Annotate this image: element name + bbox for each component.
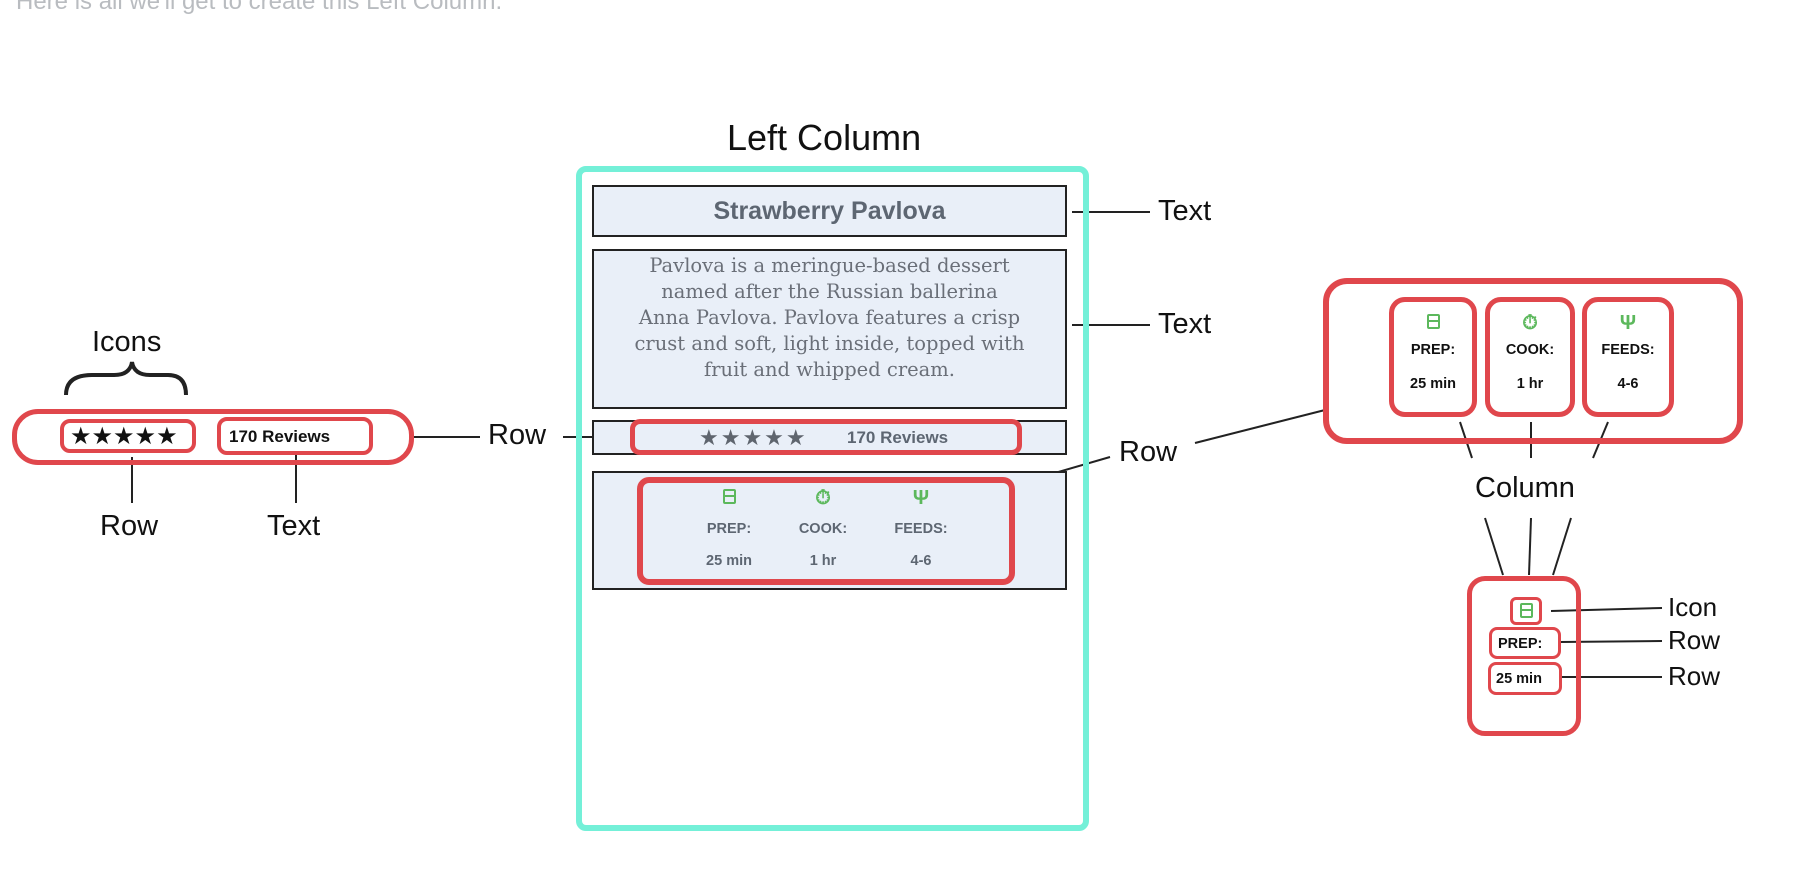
prep-timer-icon [689, 487, 769, 509]
stars-icon-center: ★★★★★ [699, 425, 808, 450]
row-label-single-1: Row [1668, 625, 1721, 655]
feeds-value-right: 4-6 [1617, 376, 1639, 392]
info-row-highlight: PREP: 25 min ⏱ COOK: 1 hr Ψ FEEDS: 4-6 [637, 477, 1015, 585]
cook-value-right: 1 hr [1516, 376, 1544, 392]
reviews-count: 170 Reviews [229, 427, 331, 446]
fork-knife-icon: Ψ [912, 487, 930, 509]
stars-icon: ★★★★★ [70, 423, 178, 450]
recipe-title: Strawberry Pavlova [713, 196, 946, 225]
prep-value-single: 25 min [1496, 671, 1542, 687]
icon-box [1510, 597, 1542, 625]
value-row-box: 25 min [1488, 662, 1562, 695]
stopwatch-icon: ⏱ [1522, 312, 1538, 334]
prep-label: PREP: [706, 521, 752, 537]
feeds-column-content: Ψ FEEDS: 4-6 [1587, 312, 1669, 392]
cook-column-content: ⏱ COOK: 1 hr [1490, 312, 1570, 392]
feeds-column-exploded: Ψ FEEDS: 4-6 [1582, 297, 1674, 417]
row-label-bottom: Row [100, 510, 159, 542]
text-label-bottom: Text [267, 510, 321, 542]
feeds-column-center: Ψ FEEDS: 4-6 [881, 487, 961, 569]
cook-column-exploded: ⏱ COOK: 1 hr [1485, 297, 1575, 417]
prep-column-exploded: PREP: 25 min [1389, 297, 1477, 417]
left-column-label: Left Column [727, 117, 922, 158]
prep-value-right: 25 min [1410, 376, 1456, 392]
prep-timer-icon [1520, 603, 1533, 623]
cook-value: 1 hr [809, 553, 837, 569]
prep-label-single: PREP: [1498, 636, 1543, 652]
label-row-box: PREP: [1489, 627, 1561, 659]
text-label-title: Text [1158, 195, 1212, 227]
prep-label-right: PREP: [1410, 342, 1456, 358]
description-panel: Pavlova is a meringue-based dessert name… [592, 249, 1067, 409]
prep-value: 25 min [706, 553, 752, 569]
icons-brace [64, 361, 188, 396]
reviews-count-center: 170 Reviews [847, 428, 949, 447]
prep-timer-icon [1394, 312, 1472, 334]
recipe-description: Pavlova is a meringue-based dessert name… [634, 254, 1025, 381]
prep-column-center: PREP: 25 min [689, 487, 769, 569]
stars-row-exploded: ★★★★★ [60, 419, 196, 453]
text-label-description: Text [1158, 308, 1212, 340]
title-panel: Strawberry Pavlova [592, 185, 1067, 237]
feeds-label: FEEDS: [894, 521, 948, 537]
ratings-row-highlight: ★★★★★ 170 Reviews [630, 419, 1022, 455]
icons-label: Icons [92, 326, 162, 358]
row-label-left: Row [488, 419, 547, 451]
icon-label: Icon [1668, 592, 1718, 622]
cook-column-center: ⏱ COOK: 1 hr [783, 487, 863, 569]
row-label-single-2: Row [1668, 661, 1721, 691]
reviews-text-exploded: 170 Reviews [217, 417, 373, 455]
prep-column-content: PREP: 25 min [1394, 312, 1472, 392]
cook-label: COOK: [798, 521, 848, 537]
column-label: Column [1475, 472, 1575, 504]
feeds-value: 4-6 [910, 553, 932, 569]
cook-label-right: COOK: [1505, 342, 1555, 358]
row-label-center: Row [1119, 436, 1178, 468]
stopwatch-icon: ⏱ [815, 487, 831, 509]
fork-knife-icon: Ψ [1619, 312, 1637, 334]
feeds-label-right: FEEDS: [1601, 342, 1655, 358]
